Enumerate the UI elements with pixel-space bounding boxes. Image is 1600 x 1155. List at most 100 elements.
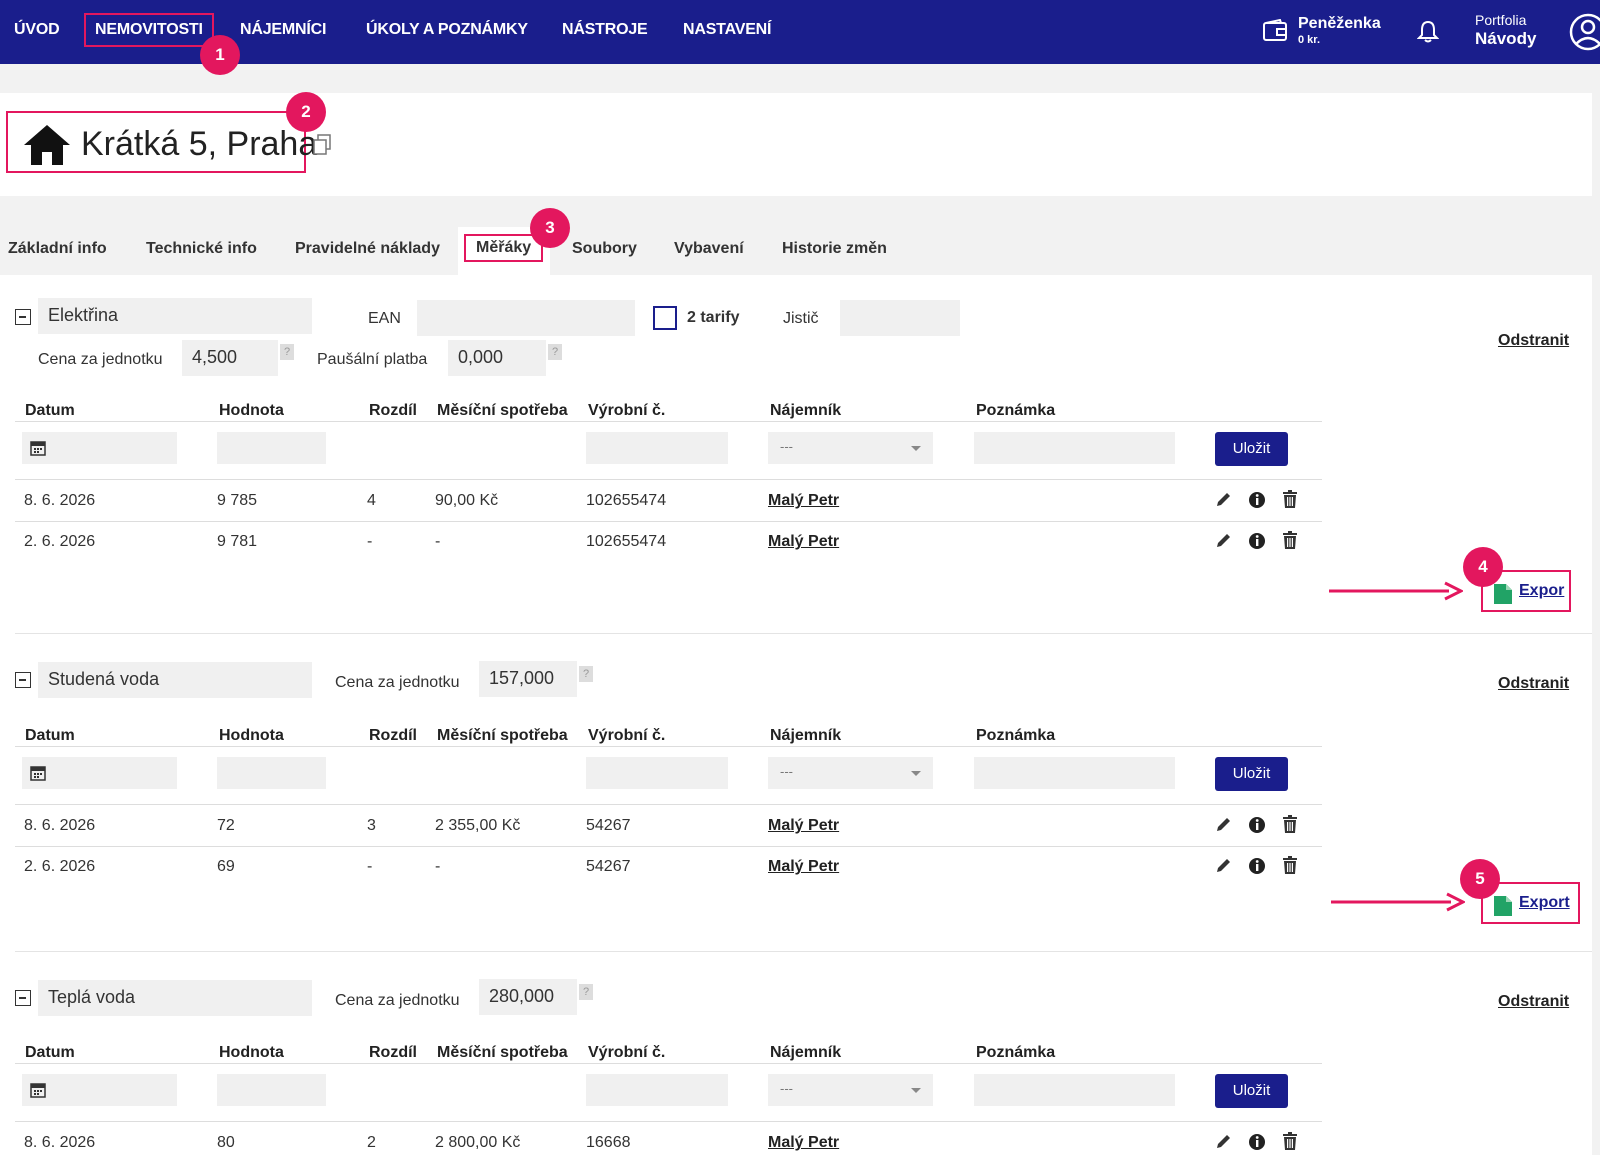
save-button[interactable]: Uložit: [1215, 1074, 1288, 1108]
nav-uvod[interactable]: ÚVOD: [14, 21, 60, 39]
row-diff: 4: [367, 492, 376, 509]
remove-meter-link[interactable]: Odstranit: [1498, 675, 1569, 693]
tab-soubory[interactable]: Soubory: [572, 240, 637, 258]
row-tenant-link[interactable]: Malý Petr: [768, 817, 839, 835]
row-monthly: 2 800,00 Kč: [435, 1134, 521, 1151]
tenant-select-value: ---: [780, 1081, 793, 1096]
tab-meraky[interactable]: Měřáky: [464, 234, 544, 262]
step-badge-5: 5: [1460, 859, 1500, 899]
calendar-icon[interactable]: [30, 1082, 46, 1098]
nav-nastroje[interactable]: NÁSTROJE: [562, 21, 648, 39]
row-diff: 3: [367, 817, 376, 834]
info-icon[interactable]: [1248, 857, 1266, 875]
flat-fee-input[interactable]: 0,000: [448, 340, 546, 376]
row-divider: [15, 804, 1322, 805]
property-title-box: Krátká 5, Praha: [6, 111, 317, 173]
nav-ukoly-a-poznamky[interactable]: ÚKOLY A POZNÁMKY: [366, 21, 528, 39]
tab-historie-zmen[interactable]: Historie změn: [782, 240, 887, 258]
edit-icon[interactable]: [1214, 816, 1232, 834]
calendar-icon[interactable]: [30, 765, 46, 781]
row-tenant-link[interactable]: Malý Petr: [768, 1134, 839, 1152]
collapse-icon[interactable]: [15, 309, 31, 325]
tenant-select[interactable]: ---: [768, 1074, 933, 1106]
row-tenant-link[interactable]: Malý Petr: [768, 533, 839, 551]
unit-price-input[interactable]: 157,000: [479, 661, 577, 697]
row-tenant-link[interactable]: Malý Petr: [768, 858, 839, 876]
col-datum: Datum: [25, 402, 75, 419]
calendar-icon[interactable]: [30, 440, 46, 456]
remove-meter-link[interactable]: Odstranit: [1498, 332, 1569, 350]
tab-technicke-info[interactable]: Technické info: [146, 240, 257, 258]
trash-icon[interactable]: [1282, 490, 1298, 509]
col-datum: Datum: [25, 1044, 75, 1061]
unit-price-help-icon[interactable]: ?: [579, 984, 593, 1000]
flat-fee-help-icon[interactable]: ?: [548, 344, 562, 360]
unit-price-input[interactable]: 280,000: [479, 979, 577, 1015]
info-icon[interactable]: [1248, 491, 1266, 509]
nav-nemovitosti[interactable]: NEMOVITOSTI: [84, 13, 214, 47]
nav-nastaveni[interactable]: NASTAVENÍ: [683, 21, 771, 39]
trash-icon[interactable]: [1282, 856, 1298, 875]
value-input[interactable]: [217, 1074, 326, 1106]
breaker-input[interactable]: [840, 300, 960, 336]
note-input[interactable]: [974, 1074, 1175, 1106]
edit-icon[interactable]: [1214, 1133, 1232, 1151]
edit-icon[interactable]: [1214, 532, 1232, 550]
serial-input[interactable]: [586, 432, 728, 464]
unit-price-help-icon[interactable]: ?: [280, 344, 294, 360]
tab-pravidelne-naklady[interactable]: Pravidelné náklady: [295, 240, 440, 258]
serial-input[interactable]: [586, 757, 728, 789]
portfolio-menu[interactable]: Portfolia Návody: [1475, 12, 1536, 49]
trash-icon[interactable]: [1282, 815, 1298, 834]
tab-vybaveni[interactable]: Vybavení: [674, 240, 744, 258]
edit-icon[interactable]: [1214, 491, 1232, 509]
two-tariffs-checkbox[interactable]: [653, 306, 677, 330]
meter-name-field[interactable]: Elektřina: [38, 298, 312, 334]
note-input[interactable]: [974, 432, 1175, 464]
col-hodnota: Hodnota: [219, 727, 284, 744]
date-input[interactable]: [22, 757, 177, 789]
col-najemnik: Nájemník: [770, 1044, 842, 1061]
export-label: Export: [1519, 894, 1570, 911]
info-icon[interactable]: [1248, 1133, 1266, 1151]
info-icon[interactable]: [1248, 816, 1266, 834]
ean-input[interactable]: [417, 300, 635, 336]
wallet-widget[interactable]: Peněženka 0 kr.: [1262, 13, 1387, 49]
unit-price-help-icon[interactable]: ?: [579, 666, 593, 682]
save-button[interactable]: Uložit: [1215, 432, 1288, 466]
user-avatar-icon[interactable]: [1568, 12, 1600, 52]
col-najemnik: Nájemník: [770, 402, 842, 419]
save-button[interactable]: Uložit: [1215, 757, 1288, 791]
tenant-select-value: ---: [780, 439, 793, 454]
info-icon[interactable]: [1248, 532, 1266, 550]
note-input[interactable]: [974, 757, 1175, 789]
tenant-select[interactable]: ---: [768, 757, 933, 789]
trash-icon[interactable]: [1282, 531, 1298, 550]
copy-icon[interactable]: [312, 134, 332, 156]
bell-icon[interactable]: [1417, 20, 1439, 44]
collapse-icon[interactable]: [15, 672, 31, 688]
date-input[interactable]: [22, 1074, 177, 1106]
trash-icon[interactable]: [1282, 1132, 1298, 1151]
tenant-select[interactable]: ---: [768, 432, 933, 464]
value-input[interactable]: [217, 757, 326, 789]
excel-file-icon: [1494, 584, 1512, 604]
collapse-icon[interactable]: [15, 990, 31, 1006]
date-input[interactable]: [22, 432, 177, 464]
meter-name-field[interactable]: Teplá voda: [38, 980, 312, 1016]
value-input[interactable]: [217, 432, 326, 464]
wallet-icon: [1263, 19, 1287, 41]
nav-najemnici[interactable]: NÁJEMNÍCI: [240, 21, 326, 39]
unit-price-input[interactable]: 4,500: [182, 340, 278, 376]
edit-icon[interactable]: [1214, 857, 1232, 875]
chevron-down-icon: [911, 446, 921, 451]
col-vyrobni-c: Výrobní č.: [588, 402, 666, 419]
tab-zakladni-info[interactable]: Základní info: [8, 240, 107, 258]
row-diff: -: [367, 858, 373, 875]
remove-meter-link[interactable]: Odstranit: [1498, 993, 1569, 1011]
col-poznamka: Poznámka: [976, 727, 1056, 744]
row-tenant-link[interactable]: Malý Petr: [768, 492, 839, 510]
row-value: 69: [217, 858, 235, 875]
serial-input[interactable]: [586, 1074, 728, 1106]
meter-name-field[interactable]: Studená voda: [38, 662, 312, 698]
